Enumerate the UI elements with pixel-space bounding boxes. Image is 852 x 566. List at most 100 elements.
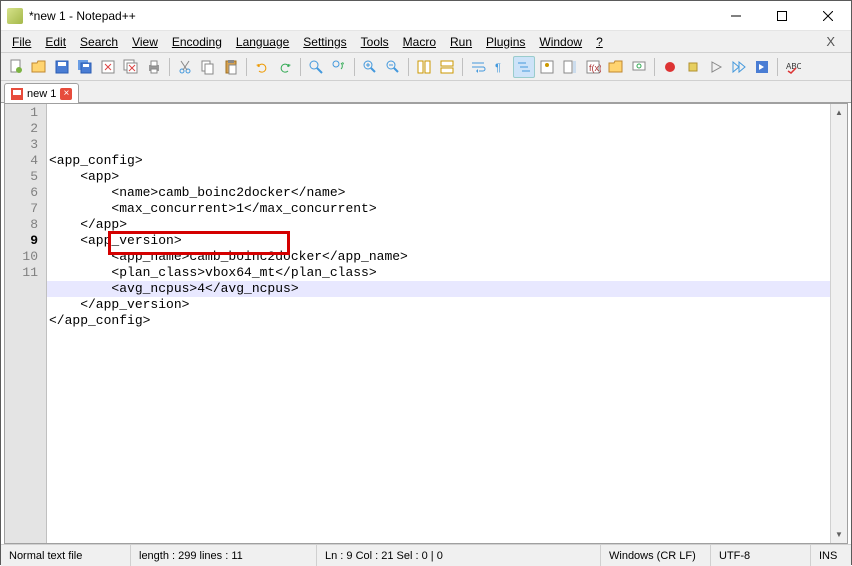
code-line[interactable]: </app> [47,217,830,233]
close-all-icon[interactable] [120,56,142,78]
show-all-chars-icon[interactable]: ¶ [490,56,512,78]
vertical-scrollbar[interactable]: ▲ ▼ [830,104,847,543]
toolbar-separator [408,58,409,76]
copy-icon[interactable] [197,56,219,78]
gutter-line: 1 [5,105,46,121]
tab-new1[interactable]: new 1 × [4,83,79,103]
editor: 1234567891011 <app_config> <app> <name>c… [4,103,848,544]
gutter-line: 2 [5,121,46,137]
doc-map-icon[interactable] [559,56,581,78]
save-macro-icon[interactable] [751,56,773,78]
sync-vscroll-icon[interactable] [413,56,435,78]
close-button[interactable] [805,1,851,31]
code-line[interactable]: <app_name>camb_boinc2docker</app_name> [47,249,830,265]
svg-text:f(x): f(x) [589,63,601,73]
status-eol: Windows (CR LF) [601,545,711,566]
play-macro-icon[interactable] [705,56,727,78]
minimize-button[interactable] [713,1,759,31]
toolbar-separator [169,58,170,76]
spellcheck-icon[interactable]: ABC [782,56,804,78]
toolbar-separator [462,58,463,76]
sync-hscroll-icon[interactable] [436,56,458,78]
menu-encoding[interactable]: Encoding [165,33,229,51]
zoom-in-icon[interactable] [359,56,381,78]
redo-icon[interactable] [274,56,296,78]
gutter-line: 3 [5,137,46,153]
line-gutter: 1234567891011 [5,104,47,543]
titlebar: *new 1 - Notepad++ [1,1,851,31]
menu-settings[interactable]: Settings [296,33,353,51]
tabbar: new 1 × [1,81,851,103]
code-line[interactable]: <avg_ncpus>4</avg_ncpus> [47,281,830,297]
code-line[interactable]: </app_version> [47,297,830,313]
code-area[interactable]: <app_config> <app> <name>camb_boinc2dock… [47,104,830,543]
status-encoding: UTF-8 [711,545,811,566]
status-position: Ln : 9 Col : 21 Sel : 0 | 0 [317,545,601,566]
new-file-icon[interactable] [5,56,27,78]
zoom-out-icon[interactable] [382,56,404,78]
menu-view[interactable]: View [125,33,165,51]
menu-tools[interactable]: Tools [354,33,396,51]
play-multi-macro-icon[interactable] [728,56,750,78]
window-controls [713,1,851,31]
save-all-icon[interactable] [74,56,96,78]
replace-icon[interactable] [328,56,350,78]
menubar-extra-close[interactable]: X [826,34,847,49]
menu-help[interactable]: ? [589,33,610,51]
toolbar-separator [354,58,355,76]
gutter-line: 7 [5,201,46,217]
menu-file[interactable]: File [5,33,38,51]
wordwrap-icon[interactable] [467,56,489,78]
gutter-line: 6 [5,185,46,201]
open-file-icon[interactable] [28,56,50,78]
scroll-up-icon[interactable]: ▲ [831,104,847,121]
code-line[interactable]: <app> [47,169,830,185]
app-icon [7,8,23,24]
code-line[interactable]: </app_config> [47,313,830,329]
code-line[interactable]: <max_concurrent>1</max_concurrent> [47,201,830,217]
maximize-button[interactable] [759,1,805,31]
find-icon[interactable] [305,56,327,78]
undo-icon[interactable] [251,56,273,78]
menu-window[interactable]: Window [532,33,589,51]
func-list-icon[interactable]: f(x) [582,56,604,78]
code-line[interactable]: <app_config> [47,153,830,169]
print-icon[interactable] [143,56,165,78]
file-modified-icon [11,88,23,100]
window-title: *new 1 - Notepad++ [29,9,713,23]
stop-macro-icon[interactable] [682,56,704,78]
tab-label: new 1 [27,88,56,100]
toolbar-separator [654,58,655,76]
code-line[interactable]: <plan_class>vbox64_mt</plan_class> [47,265,830,281]
toolbar-separator [777,58,778,76]
menu-edit[interactable]: Edit [38,33,73,51]
user-lang-icon[interactable] [536,56,558,78]
menu-search[interactable]: Search [73,33,125,51]
indent-guide-icon[interactable] [513,56,535,78]
code-line[interactable]: <app_version> [47,233,830,249]
gutter-line: 11 [5,265,46,281]
gutter-line: 5 [5,169,46,185]
record-macro-icon[interactable] [659,56,681,78]
code-line[interactable]: <name>camb_boinc2docker</name> [47,185,830,201]
toolbar-separator [300,58,301,76]
tab-close-icon[interactable]: × [60,88,72,100]
menu-run[interactable]: Run [443,33,479,51]
statusbar: Normal text file length : 299 lines : 11… [1,544,851,566]
save-icon[interactable] [51,56,73,78]
folder-workspace-icon[interactable] [605,56,627,78]
gutter-line: 9 [5,233,46,249]
monitor-icon[interactable] [628,56,650,78]
scroll-down-icon[interactable]: ▼ [831,526,847,543]
menu-plugins[interactable]: Plugins [479,33,532,51]
paste-icon[interactable] [220,56,242,78]
scroll-track[interactable] [831,121,847,526]
close-file-icon[interactable] [97,56,119,78]
status-mode: INS [811,545,851,566]
menubar: File Edit Search View Encoding Language … [1,31,851,53]
menu-macro[interactable]: Macro [396,33,443,51]
status-length: length : 299 lines : 11 [131,545,317,566]
gutter-line: 10 [5,249,46,265]
cut-icon[interactable] [174,56,196,78]
menu-language[interactable]: Language [229,33,296,51]
